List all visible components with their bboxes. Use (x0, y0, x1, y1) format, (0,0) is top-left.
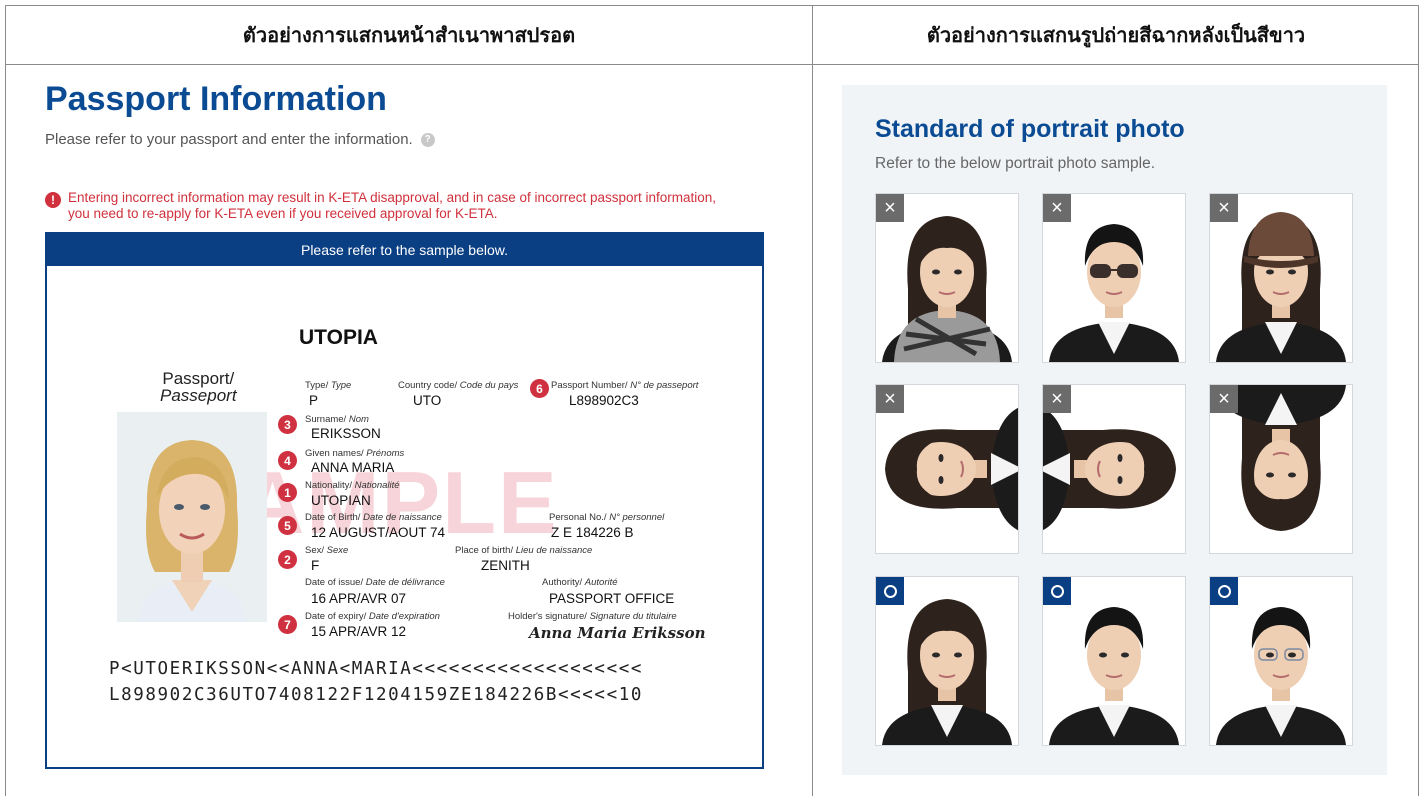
place-of-birth-label: Place of birth/ Lieu de naissance (455, 545, 593, 556)
passport-doc-label: Passport/ Passeport (160, 370, 237, 404)
portrait-subtitle: Refer to the below portrait photo sample… (875, 155, 1156, 172)
dob-value: 12 AUGUST/AOUT 74 (311, 525, 446, 540)
passport-country: UTOPIA (299, 326, 378, 349)
correct-mark-icon (876, 577, 904, 605)
doc-label-fr: Passeport (160, 386, 237, 405)
country-code-value: UTO (413, 393, 442, 408)
marker-3: 3 (278, 415, 297, 434)
authority-value: PASSPORT OFFICE (549, 591, 675, 606)
expiry-date-value: 15 APR/AVR 12 (311, 624, 407, 639)
incorrect-mark-icon: × (1210, 194, 1238, 222)
place-of-birth-value: ZENITH (481, 558, 530, 573)
personal-no-value: Z E 184226 B (551, 525, 634, 540)
dob-label: Date of Birth/ Date de naissance (305, 512, 442, 523)
left-column-header: ตัวอย่างการแสกนหน้าสำเนาพาสปรอต (242, 23, 576, 47)
expiry-date-label: Date of expiry/ Date d'expiration (305, 611, 440, 622)
type-value: P (309, 393, 319, 408)
portrait-photo-scarf: × (875, 193, 1019, 363)
sample-bar: Please refer to the sample below. (47, 234, 762, 266)
marker-6: 6 (530, 379, 549, 398)
portrait-photo-woman (875, 576, 1019, 746)
portrait-photo-man (1042, 576, 1186, 746)
column-divider (812, 6, 813, 796)
authority-label: Authority/ Autorité (542, 577, 618, 588)
sex-label: Sex/ Sexe (305, 545, 349, 556)
issue-date-value: 16 APR/AVR 07 (311, 591, 407, 606)
incorrect-mark-icon: × (1210, 385, 1238, 413)
marker-2: 2 (278, 550, 297, 569)
signature-label: Holder's signature/ Signature du titulai… (508, 611, 677, 622)
surname-label: Surname/ Nom (305, 414, 369, 425)
portrait-photo-man-glasses (1209, 576, 1353, 746)
country-code-label: Country code/ Code du pays (398, 380, 519, 391)
personal-no-label: Personal No./ N° personnel (549, 512, 665, 523)
alert-icon: ! (45, 192, 61, 208)
surname-value: ERIKSSON (311, 426, 381, 441)
nationality-label: Nationality/ Nationalité (305, 480, 400, 491)
right-column-header: ตัวอย่างการแสกนรูปถ่ายสีฉากหลังเป็นสีขาว (926, 23, 1306, 47)
portrait-photo-rotated-left: × (875, 384, 1019, 554)
warning-line-1: Entering incorrect information may resul… (68, 190, 717, 205)
issue-date-label: Date of issue/ Date de délivrance (305, 577, 445, 588)
portrait-photo-upside-down: × (1209, 384, 1353, 554)
incorrect-mark-icon: × (1043, 385, 1071, 413)
portrait-photo-sunglasses: × (1042, 193, 1186, 363)
passport-sample-box: Please refer to the sample below. SAMPLE… (45, 232, 764, 769)
marker-5: 5 (278, 516, 297, 535)
doc-label-en: Passport/ (162, 369, 235, 388)
portrait-photo-rotated-right: × (1042, 384, 1186, 554)
portrait-photo-cap: × (1209, 193, 1353, 363)
warning-message: ! Entering incorrect information may res… (45, 190, 765, 222)
page-title: Passport Information (45, 80, 387, 118)
sex-value: F (311, 558, 320, 573)
mrz-line-1: P<UTOERIKSSON<<ANNA<MARIA<<<<<<<<<<<<<<<… (109, 659, 643, 679)
correct-mark-icon (1043, 577, 1071, 605)
nationality-value: UTOPIAN (311, 493, 371, 508)
warning-line-2: you need to re-apply for K-ETA even if y… (68, 206, 498, 221)
marker-1: 1 (278, 483, 297, 502)
page-subtitle: Please refer to your passport and enter … (45, 131, 435, 148)
incorrect-mark-icon: × (876, 385, 904, 413)
help-icon[interactable]: ? (420, 132, 435, 147)
incorrect-mark-icon: × (1043, 194, 1071, 222)
given-names-label: Given names/ Prénoms (305, 448, 405, 459)
type-label: Type/ Type (305, 380, 352, 391)
marker-4: 4 (278, 451, 297, 470)
given-names-value: ANNA MARIA (311, 460, 395, 475)
holder-signature: Anna Maria Eriksson (529, 624, 706, 642)
subtitle-text: Please refer to your passport and enter … (45, 131, 413, 148)
marker-7: 7 (278, 615, 297, 634)
portrait-standard-panel: Standard of portrait photo Refer to the … (842, 85, 1387, 775)
correct-mark-icon (1210, 577, 1238, 605)
passport-number-label: Passport Number/ N° de passeport (551, 380, 699, 391)
passport-number-value: L898902C3 (569, 393, 639, 408)
incorrect-mark-icon: × (876, 194, 904, 222)
mrz-line-2: L898902C36UTO7408122F1204159ZE184226B<<<… (109, 685, 643, 705)
passport-holder-photo (117, 412, 267, 622)
portrait-title: Standard of portrait photo (875, 115, 1185, 143)
